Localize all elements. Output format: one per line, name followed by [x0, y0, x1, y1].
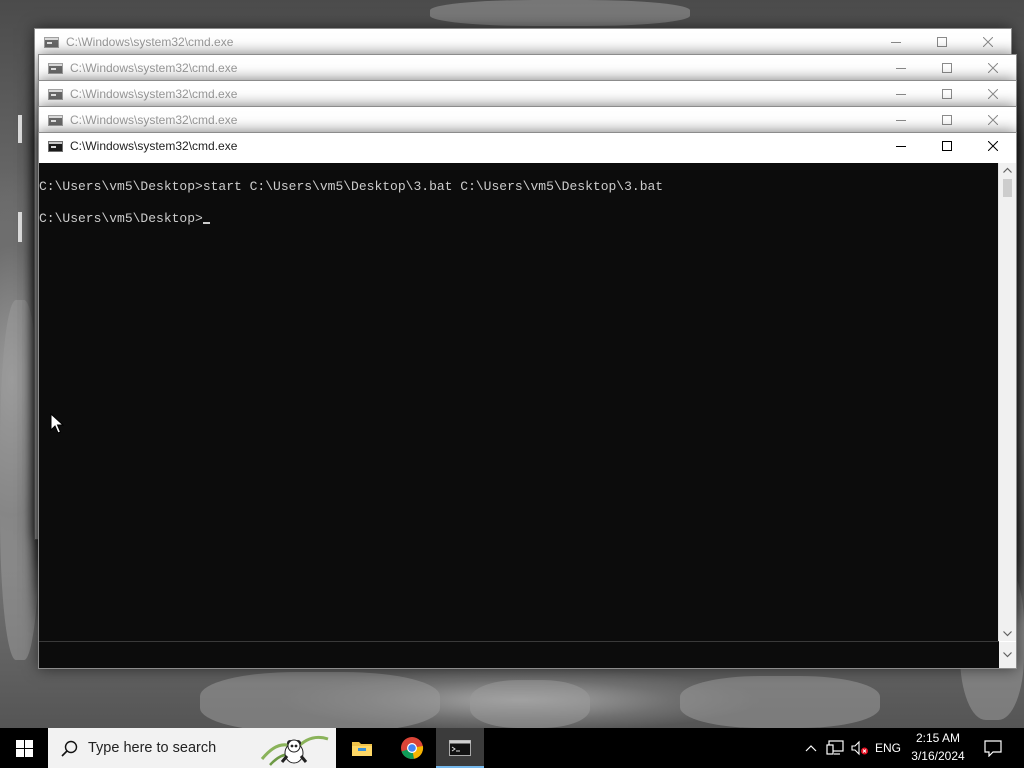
maximize-button[interactable] [924, 55, 970, 81]
close-icon [988, 115, 998, 125]
search-placeholder: Type here to search [88, 740, 217, 756]
close-button[interactable] [970, 107, 1016, 133]
search-icon [61, 740, 78, 757]
vertical-scrollbar[interactable] [998, 163, 1016, 641]
console-prompt: C:\Users\vm5\Desktop> [39, 211, 203, 226]
taskbar-chrome[interactable] [388, 728, 436, 768]
minimize-icon [896, 68, 906, 69]
chevron-up-icon [805, 745, 817, 752]
network-button[interactable] [823, 728, 847, 768]
network-icon [826, 740, 844, 755]
console-status-strip [39, 641, 999, 668]
close-button[interactable] [970, 81, 1016, 107]
cmd-icon [449, 740, 471, 756]
desktop-icon-fragment [18, 212, 22, 242]
windows-logo-icon [15, 739, 33, 757]
taskbar-file-explorer[interactable] [338, 728, 386, 768]
close-button[interactable] [965, 29, 1011, 55]
maximize-icon [942, 63, 952, 73]
start-button[interactable] [0, 728, 48, 768]
minimize-icon [896, 120, 906, 121]
clock-date: 3/16/2024 [911, 749, 965, 763]
console-prompt-line: C:\Users\vm5\Desktop> [39, 211, 210, 227]
notifications-icon [984, 739, 1002, 757]
maximize-button[interactable] [924, 81, 970, 107]
text-cursor [202, 222, 210, 224]
maximize-icon [942, 89, 952, 99]
scroll-down-arrow-icon[interactable] [999, 627, 1016, 641]
cmd-icon [44, 36, 59, 48]
window-titlebar[interactable]: C:\Windows\system32\cmd.exe [39, 133, 1016, 159]
taskbar: Type here to search ENG 2:15 AM 3/16/202… [0, 728, 1024, 768]
window-title: C:\Windows\system32\cmd.exe [66, 35, 234, 49]
search-highlight-panda-icon [260, 735, 329, 766]
taskbar-search-box[interactable]: Type here to search [48, 728, 336, 768]
maximize-icon [937, 37, 947, 47]
scroll-up-arrow-icon[interactable] [999, 163, 1016, 177]
clock-time: 2:15 AM [915, 731, 961, 745]
cmd-icon [48, 114, 63, 126]
window-title: C:\Windows\system32\cmd.exe [70, 61, 238, 75]
volume-button[interactable] [848, 728, 872, 768]
desktop-icon-fragment [18, 115, 22, 143]
window-title: C:\Windows\system32\cmd.exe [70, 139, 238, 153]
minimize-icon [896, 94, 906, 95]
maximize-button[interactable] [924, 133, 970, 159]
mouse-pointer-icon [50, 413, 64, 434]
close-icon [983, 37, 993, 47]
scroll-thumb[interactable] [1003, 179, 1012, 197]
minimize-icon [891, 42, 901, 43]
window-titlebar[interactable]: C:\Windows\system32\cmd.exe [39, 107, 1016, 133]
volume-muted-icon [851, 740, 868, 756]
console-line: C:\Users\vm5\Desktop>start C:\Users\vm5\… [39, 179, 664, 194]
file-explorer-icon [352, 742, 372, 756]
window-title: C:\Windows\system32\cmd.exe [70, 113, 238, 127]
cmd-icon [48, 88, 63, 100]
minimize-button[interactable] [878, 133, 924, 159]
close-icon [988, 89, 998, 99]
close-icon [988, 63, 998, 73]
minimize-button[interactable] [873, 29, 919, 55]
minimize-button[interactable] [878, 55, 924, 81]
scroll-down-arrow-icon[interactable] [999, 642, 1016, 668]
maximize-icon [942, 115, 952, 125]
minimize-button[interactable] [878, 107, 924, 133]
chrome-icon [401, 737, 424, 759]
window-title: C:\Windows\system32\cmd.exe [70, 87, 238, 101]
window-titlebar[interactable]: C:\Windows\system32\cmd.exe [39, 55, 1016, 81]
maximize-button[interactable] [919, 29, 965, 55]
close-icon [988, 141, 998, 151]
console-output[interactable]: C:\Users\vm5\Desktop>start C:\Users\vm5\… [39, 163, 1000, 641]
action-center-button[interactable] [978, 728, 1008, 768]
close-button[interactable] [970, 55, 1016, 81]
input-language-indicator[interactable]: ENG [873, 728, 903, 768]
cmd-icon [48, 62, 63, 74]
minimize-icon [896, 146, 906, 147]
window-titlebar[interactable]: C:\Windows\system32\cmd.exe [35, 29, 1011, 55]
minimize-button[interactable] [878, 81, 924, 107]
close-button[interactable] [970, 133, 1016, 159]
window-titlebar[interactable]: C:\Windows\system32\cmd.exe [39, 81, 1016, 107]
show-hidden-icons-button[interactable] [800, 728, 822, 768]
maximize-button[interactable] [924, 107, 970, 133]
maximize-icon [942, 141, 952, 151]
cmd-window-active[interactable]: C:\Windows\system32\cmd.exe C:\Users\vm5… [38, 132, 1017, 669]
taskbar-cmd[interactable] [436, 728, 484, 768]
taskbar-clock[interactable]: 2:15 AM 3/16/2024 [904, 728, 972, 768]
cmd-icon [48, 140, 63, 152]
